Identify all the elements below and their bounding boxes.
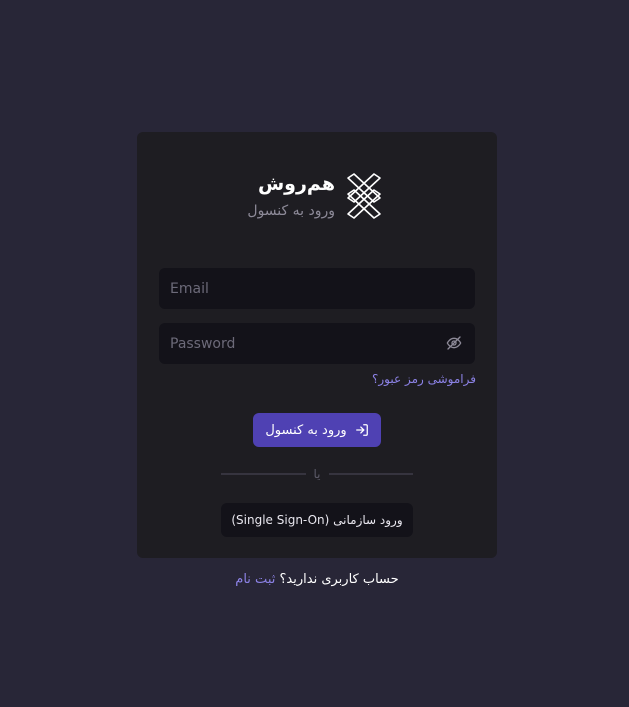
login-card: هم‌روش ورود به کنسول فراموشی رمز عبور؟ و…: [137, 132, 497, 558]
login-button[interactable]: ورود به کنسول: [253, 413, 381, 447]
divider-text: یا: [313, 467, 321, 481]
sso-button[interactable]: ورود سازمانی (Single Sign-On): [221, 503, 413, 537]
brand-subtitle: ورود به کنسول: [247, 202, 335, 219]
divider-line: [328, 473, 413, 475]
password-input[interactable]: [159, 323, 475, 364]
password-field[interactable]: [159, 323, 475, 364]
signup-question: حساب کاربری ندارید؟: [279, 572, 399, 587]
or-divider: یا: [221, 466, 413, 482]
brand-header: هم‌روش ورود به کنسول: [247, 172, 382, 220]
brand-name: هم‌روش: [257, 172, 335, 195]
logo-icon: [347, 173, 381, 219]
email-field[interactable]: [159, 268, 475, 309]
email-input[interactable]: [159, 268, 475, 309]
login-arrow-icon: [355, 424, 368, 436]
eye-off-icon[interactable]: [446, 335, 462, 351]
signup-link[interactable]: ثبت نام: [235, 572, 275, 587]
signup-prompt: حساب کاربری ندارید؟ ثبت نام: [0, 572, 629, 587]
brand-text: هم‌روش ورود به کنسول: [247, 173, 335, 220]
login-button-label: ورود به کنسول: [265, 422, 347, 438]
divider-line: [221, 473, 306, 475]
forgot-password-link[interactable]: فراموشی رمز عبور؟: [372, 372, 476, 386]
